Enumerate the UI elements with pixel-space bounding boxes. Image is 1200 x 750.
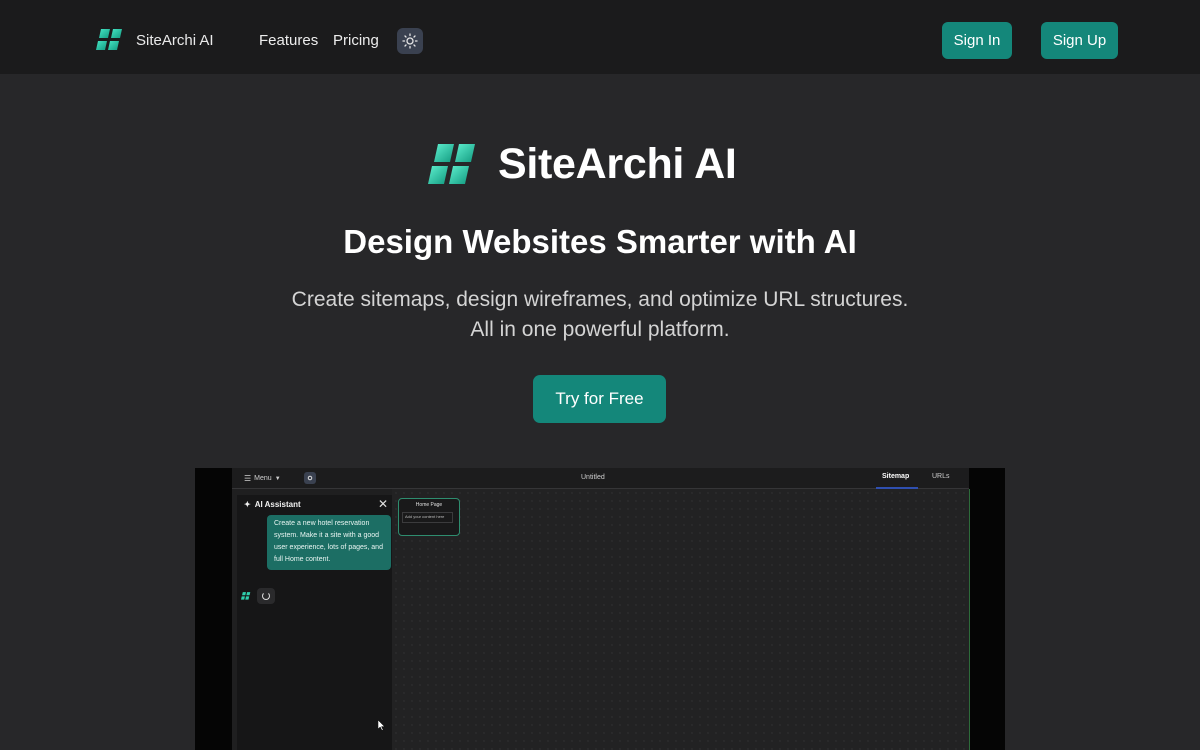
- mouse-cursor-icon: [378, 720, 386, 731]
- sign-in-button[interactable]: Sign In: [942, 22, 1012, 59]
- tab-sitemap[interactable]: Sitemap: [882, 473, 909, 480]
- brand-name: SiteArchi AI: [136, 31, 214, 49]
- hamburger-icon: ☰: [244, 474, 252, 483]
- sun-icon: [402, 33, 418, 49]
- node-content-field[interactable]: Add your content here: [402, 512, 453, 523]
- menu-label: Menu: [254, 475, 272, 482]
- panel-title: AI Assistant: [254, 500, 301, 509]
- menu-button[interactable]: ☰ Menu ▼: [244, 474, 281, 483]
- panel-header: ✦ AI Assistant: [244, 500, 301, 509]
- app-toolbar: ☰ Menu ▼ Untitled Sitemap URLs: [232, 468, 969, 489]
- sun-icon: [307, 475, 313, 481]
- mini-theme-toggle[interactable]: [304, 472, 316, 484]
- hero-brand: SiteArchi AI: [428, 140, 737, 189]
- document-title: Untitled: [581, 474, 605, 481]
- brand-link[interactable]: SiteArchi AI: [96, 29, 214, 51]
- loading-indicator: [257, 588, 275, 604]
- hero-subtitle-line-2: All in one powerful platform.: [470, 318, 730, 341]
- caret-down-icon: ▼: [274, 475, 281, 482]
- hero-headline: Design Websites Smarter with AI: [343, 223, 857, 260]
- app-preview: ☰ Menu ▼ Untitled Sitemap URLs ✦ AI Assi…: [195, 468, 1005, 750]
- sitemap-canvas[interactable]: Home Page Add your content here: [392, 489, 970, 750]
- node-title: Home Page: [415, 502, 443, 508]
- sitearchi-logo-icon: [241, 592, 251, 600]
- theme-toggle-button[interactable]: [397, 28, 423, 54]
- top-navbar: SiteArchi AI Features Pricing Sign In Si…: [0, 0, 1200, 74]
- try-for-free-button[interactable]: Try for Free: [533, 375, 666, 423]
- spinner-icon: [262, 592, 270, 600]
- sparkle-icon: ✦: [244, 500, 251, 509]
- user-message: Create a new hotel reservation system. M…: [267, 515, 391, 570]
- app-window: ☰ Menu ▼ Untitled Sitemap URLs ✦ AI Assi…: [232, 468, 970, 750]
- hero-brand-name: SiteArchi AI: [498, 140, 737, 188]
- sitearchi-logo-icon: [96, 29, 122, 50]
- tab-urls[interactable]: URLs: [932, 473, 950, 480]
- sign-up-button[interactable]: Sign Up: [1041, 22, 1118, 59]
- sitemap-node-home[interactable]: Home Page Add your content here: [398, 498, 460, 536]
- hero-subtitle-line-1: Create sitemaps, design wireframes, and …: [291, 288, 909, 311]
- close-icon[interactable]: ✕: [378, 497, 388, 511]
- nav-link-pricing[interactable]: Pricing: [333, 32, 379, 49]
- sitearchi-logo-icon: [428, 143, 475, 184]
- ai-assistant-panel: ✦ AI Assistant ✕ Create a new hotel rese…: [237, 495, 393, 750]
- nav-link-features[interactable]: Features: [259, 32, 318, 49]
